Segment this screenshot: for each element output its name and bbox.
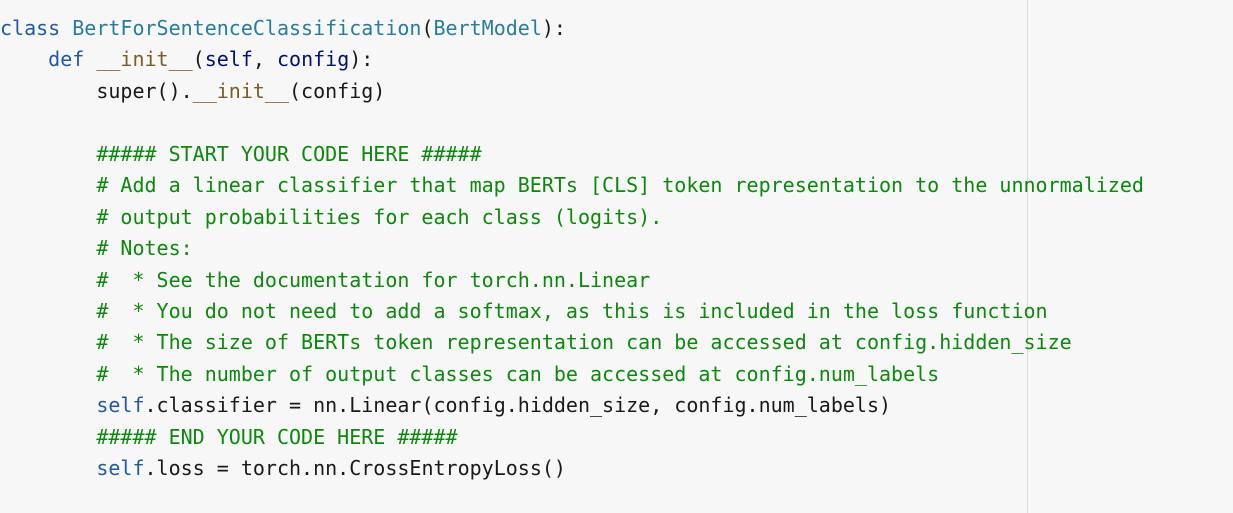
code-block[interactable]: class BertForSentenceClassification(Bert…	[0, 13, 1144, 485]
code-token-comment: ##### START YOUR CODE HERE #####	[96, 141, 482, 166]
code-line[interactable]: # * See the documentation for torch.nn.L…	[0, 265, 1144, 296]
code-line[interactable]	[0, 107, 1144, 138]
code-token-comment: # * The size of BERTs token representati…	[96, 330, 1072, 355]
code-token-param: self	[204, 47, 253, 72]
code-line[interactable]: # * You do not need to add a softmax, as…	[0, 296, 1144, 327]
code-token-self: self	[96, 456, 145, 481]
code-line[interactable]: def __init__(self, config):	[0, 44, 1144, 75]
code-editor[interactable]: class BertForSentenceClassification(Bert…	[0, 0, 1233, 513]
code-token-comment: # output probabilities for each class (l…	[96, 204, 663, 229]
code-token-cls: BertModel	[433, 16, 542, 40]
code-token-cls: BertForSentenceClassification	[72, 16, 422, 40]
code-token-fn: __init__	[192, 78, 289, 103]
code-token-comment: # Notes:	[96, 236, 193, 261]
code-line[interactable]: self.classifier = nn.Linear(config.hidde…	[0, 390, 1144, 421]
code-line[interactable]: ##### START YOUR CODE HERE #####	[0, 139, 1144, 170]
code-token-plain: (config)	[289, 78, 386, 103]
code-token-kw: class	[0, 16, 73, 40]
code-line[interactable]: self.loss = torch.nn.CrossEntropyLoss()	[0, 453, 1144, 484]
code-token-plain: .loss = torch.nn.CrossEntropyLoss()	[144, 456, 566, 481]
code-token-plain: ):	[349, 47, 374, 72]
code-line[interactable]: # * The size of BERTs token representati…	[0, 327, 1144, 358]
code-line[interactable]: # output probabilities for each class (l…	[0, 202, 1144, 233]
code-token-comment: ##### END YOUR CODE HERE #####	[96, 424, 458, 449]
code-token-plain: .classifier = nn.Linear(config.hidden_si…	[144, 393, 892, 418]
code-token-plain: (	[192, 47, 205, 72]
code-token-plain: ,	[252, 47, 277, 72]
code-line[interactable]: ##### END YOUR CODE HERE #####	[0, 422, 1144, 453]
code-token-plain: (	[421, 16, 434, 40]
code-token-plain: super	[96, 78, 157, 103]
code-line[interactable]: class BertForSentenceClassification(Bert…	[0, 13, 1144, 44]
code-token-fn: __init__	[96, 47, 193, 72]
code-token-kw: def	[48, 47, 97, 72]
code-token-comment: # * You do not need to add a softmax, as…	[96, 298, 1048, 323]
code-token-comment: # Add a linear classifier that map BERTs…	[96, 173, 1144, 198]
code-line[interactable]: super().__init__(config)	[0, 76, 1144, 107]
code-token-param: config	[276, 47, 350, 72]
code-line[interactable]: # Add a linear classifier that map BERTs…	[0, 170, 1144, 201]
code-token-comment: # * The number of output classes can be …	[96, 361, 940, 386]
code-token-plain: ):	[541, 16, 566, 40]
code-token-comment: # * See the documentation for torch.nn.L…	[96, 267, 651, 292]
code-line[interactable]: # Notes:	[0, 233, 1144, 264]
code-line[interactable]: # * The number of output classes can be …	[0, 359, 1144, 390]
code-token-plain: ().	[156, 78, 193, 103]
code-token-self: self	[96, 393, 145, 418]
